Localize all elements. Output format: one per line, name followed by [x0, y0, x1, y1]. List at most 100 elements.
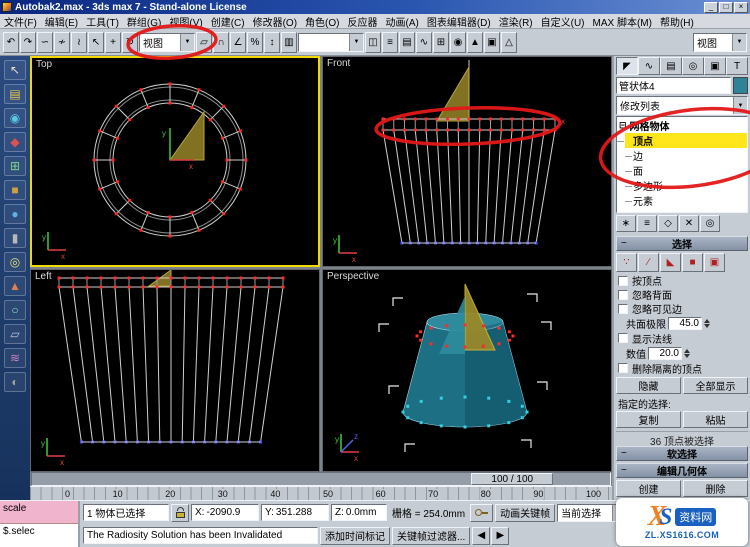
angle-snap-icon[interactable]: ∠ [230, 31, 246, 53]
pin-stack-icon[interactable]: ∗ [616, 215, 636, 233]
layer-manager-icon[interactable]: ▤ [399, 31, 415, 53]
viewport-left[interactable]: yx Left [30, 269, 320, 472]
previous-key-button[interactable]: ◀ [472, 526, 491, 545]
select-link-icon[interactable]: ∽ [37, 31, 53, 53]
left-tool-sphere[interactable]: ● [4, 204, 26, 224]
viewport-left-label[interactable]: Left [35, 271, 52, 282]
coordinate-z-field[interactable]: Z: 0.0mm [331, 504, 387, 521]
top-viewport-canvas[interactable]: y x y x [32, 58, 318, 265]
percent-snap-icon[interactable]: % [247, 31, 263, 53]
copy-button[interactable]: 复制 [616, 411, 681, 428]
ignore-backfacing-checkbox[interactable]: 忽略背面 [616, 288, 748, 302]
quick-render-icon[interactable]: △ [501, 31, 517, 53]
edge-mode-icon[interactable]: ∕ [638, 253, 659, 272]
track-bar[interactable]: 0 10 20 30 40 50 60 70 80 90 100 [30, 486, 612, 500]
auto-key-button[interactable]: 动画关键帧 [495, 503, 556, 522]
face-mode-icon[interactable]: ◣ [660, 253, 681, 272]
macro-recorder-line[interactable]: scale [0, 501, 78, 524]
snap-toggle-icon[interactable]: ∩ [213, 31, 229, 53]
modifier-stack-list[interactable]: ⊟ 网格物体 顶点 边 面 多边形 元素 [616, 116, 748, 214]
viewport-front[interactable]: x y x Front [322, 56, 612, 267]
time-slider[interactable]: 100 / 100 [31, 472, 611, 486]
stack-item-mesh[interactable]: ⊟ 网格物体 [617, 118, 747, 134]
menu-item[interactable]: 渲染(R) [495, 14, 537, 29]
menu-item[interactable]: 反应器 [344, 14, 382, 29]
ignore-visible-edges-checkbox[interactable]: 忽略可见边 [616, 302, 748, 316]
left-tool-box[interactable]: ■ [4, 180, 26, 200]
perspective-viewport-canvas[interactable]: y x z [323, 270, 611, 471]
next-key-button[interactable]: ▶ [491, 526, 510, 545]
object-color-swatch[interactable] [733, 77, 748, 95]
unlink-icon[interactable]: ≁ [54, 31, 70, 53]
named-selection-dropdown[interactable]: ▼ [298, 32, 364, 52]
menu-item[interactable]: 图表编辑器(D) [423, 14, 495, 29]
delete-button[interactable]: 删除 [683, 480, 748, 497]
menu-item[interactable]: MAX 脚本(M) [589, 14, 656, 29]
by-vertex-checkbox[interactable]: 按顶点 [616, 274, 748, 288]
collapse-toggle-icon[interactable]: ⊟ [619, 121, 627, 130]
planar-thresh-field[interactable]: 45.0 [668, 317, 702, 331]
schematic-view-icon[interactable]: ⊞ [433, 31, 449, 53]
viewport-front-label[interactable]: Front [327, 58, 350, 69]
maxscript-mini-listener[interactable]: scale $.selec [0, 501, 80, 547]
left-tool-cylinder[interactable]: ▮ [4, 228, 26, 248]
left-tool-half[interactable]: ◐ [4, 372, 26, 392]
menu-item[interactable]: 群组(G) [123, 14, 165, 29]
modifier-list-dropdown[interactable]: 修改列表 ▼ [616, 96, 748, 116]
normals-scale-field[interactable]: 20.0 [648, 346, 682, 360]
spinner-arrows-icon[interactable] [704, 319, 710, 329]
select-rotate-icon[interactable]: ↻ [122, 31, 138, 53]
left-tool-layers[interactable]: ▤ [4, 84, 26, 104]
spinner-snap-icon[interactable]: ↕ [264, 31, 280, 53]
stack-item-vertex[interactable]: 顶点 [617, 133, 747, 149]
menu-item[interactable]: 文件(F) [0, 14, 41, 29]
front-viewport-canvas[interactable]: x y x [323, 57, 611, 266]
render-view-dropdown[interactable]: 视图 ▼ [693, 32, 747, 52]
maximize-button[interactable]: □ [719, 1, 733, 13]
spinner-arrows-icon[interactable] [684, 348, 690, 358]
rollout-soft-selection[interactable]: 软选择 [616, 446, 748, 461]
selection-lock-toggle[interactable] [171, 503, 189, 522]
mirror-icon[interactable]: ◫ [365, 31, 381, 53]
left-tool-grid[interactable]: ⊞ [4, 156, 26, 176]
menu-item[interactable]: 动画(A) [382, 14, 423, 29]
left-tool-torus[interactable]: ○ [4, 300, 26, 320]
render-scene-icon[interactable]: ▲ [467, 31, 483, 53]
unhide-all-button[interactable]: 全部显示 [683, 377, 748, 394]
select-scale-icon[interactable]: ▱ [196, 31, 212, 53]
left-tool-circle[interactable]: ◉ [4, 108, 26, 128]
delete-isolated-vertices-checkbox[interactable]: 删除隔离的顶点 [616, 361, 748, 376]
rollout-edit-geometry[interactable]: 编辑几何体 [616, 463, 748, 478]
show-normals-checkbox[interactable]: 显示法线 [616, 331, 748, 346]
key-filters-button[interactable]: 关键帧过滤器... [392, 526, 471, 545]
display-tab[interactable]: ▣ [704, 57, 726, 76]
show-end-result-icon[interactable]: ≡ [637, 215, 657, 233]
create-tab[interactable]: ◤ [616, 57, 638, 76]
paste-button[interactable]: 粘贴 [683, 411, 748, 428]
align-icon[interactable]: ≡ [382, 31, 398, 53]
coordinate-y-field[interactable]: Y: 351.288 [261, 504, 329, 521]
configure-stack-icon[interactable]: ◎ [700, 215, 720, 233]
rollout-selection[interactable]: 选择 [616, 236, 748, 252]
stack-item-face[interactable]: 面 [625, 163, 747, 178]
time-slider-handle[interactable]: 100 / 100 [471, 473, 554, 485]
menu-item[interactable]: 修改器(O) [249, 14, 301, 29]
viewport-top[interactable]: y x y x Top [30, 56, 320, 267]
left-viewport-canvas[interactable]: yx [31, 270, 319, 471]
minimize-button[interactable]: _ [704, 1, 718, 13]
left-tool-plane[interactable]: ▱ [4, 324, 26, 344]
coordinate-x-field[interactable]: X: -2090.9 [191, 504, 259, 521]
left-tool-cone[interactable]: ▲ [4, 276, 26, 296]
render-type-icon[interactable]: ▣ [484, 31, 500, 53]
menu-item[interactable]: 创建(C) [207, 14, 249, 29]
stack-item-polygon[interactable]: 多边形 [625, 178, 747, 193]
stack-item-element[interactable]: 元素 [625, 193, 747, 208]
menu-item[interactable]: 视图(V) [165, 14, 206, 29]
stack-item-edge[interactable]: 边 [625, 148, 747, 163]
polygon-mode-icon[interactable]: ■ [682, 253, 703, 272]
add-time-tag-button[interactable]: 添加时间标记 [320, 526, 390, 545]
remove-modifier-icon[interactable]: ✕ [679, 215, 699, 233]
modify-tab[interactable]: ∿ [638, 57, 660, 76]
undo-icon[interactable]: ↶ [3, 31, 19, 53]
viewport-perspective[interactable]: y x z Perspective [322, 269, 612, 472]
